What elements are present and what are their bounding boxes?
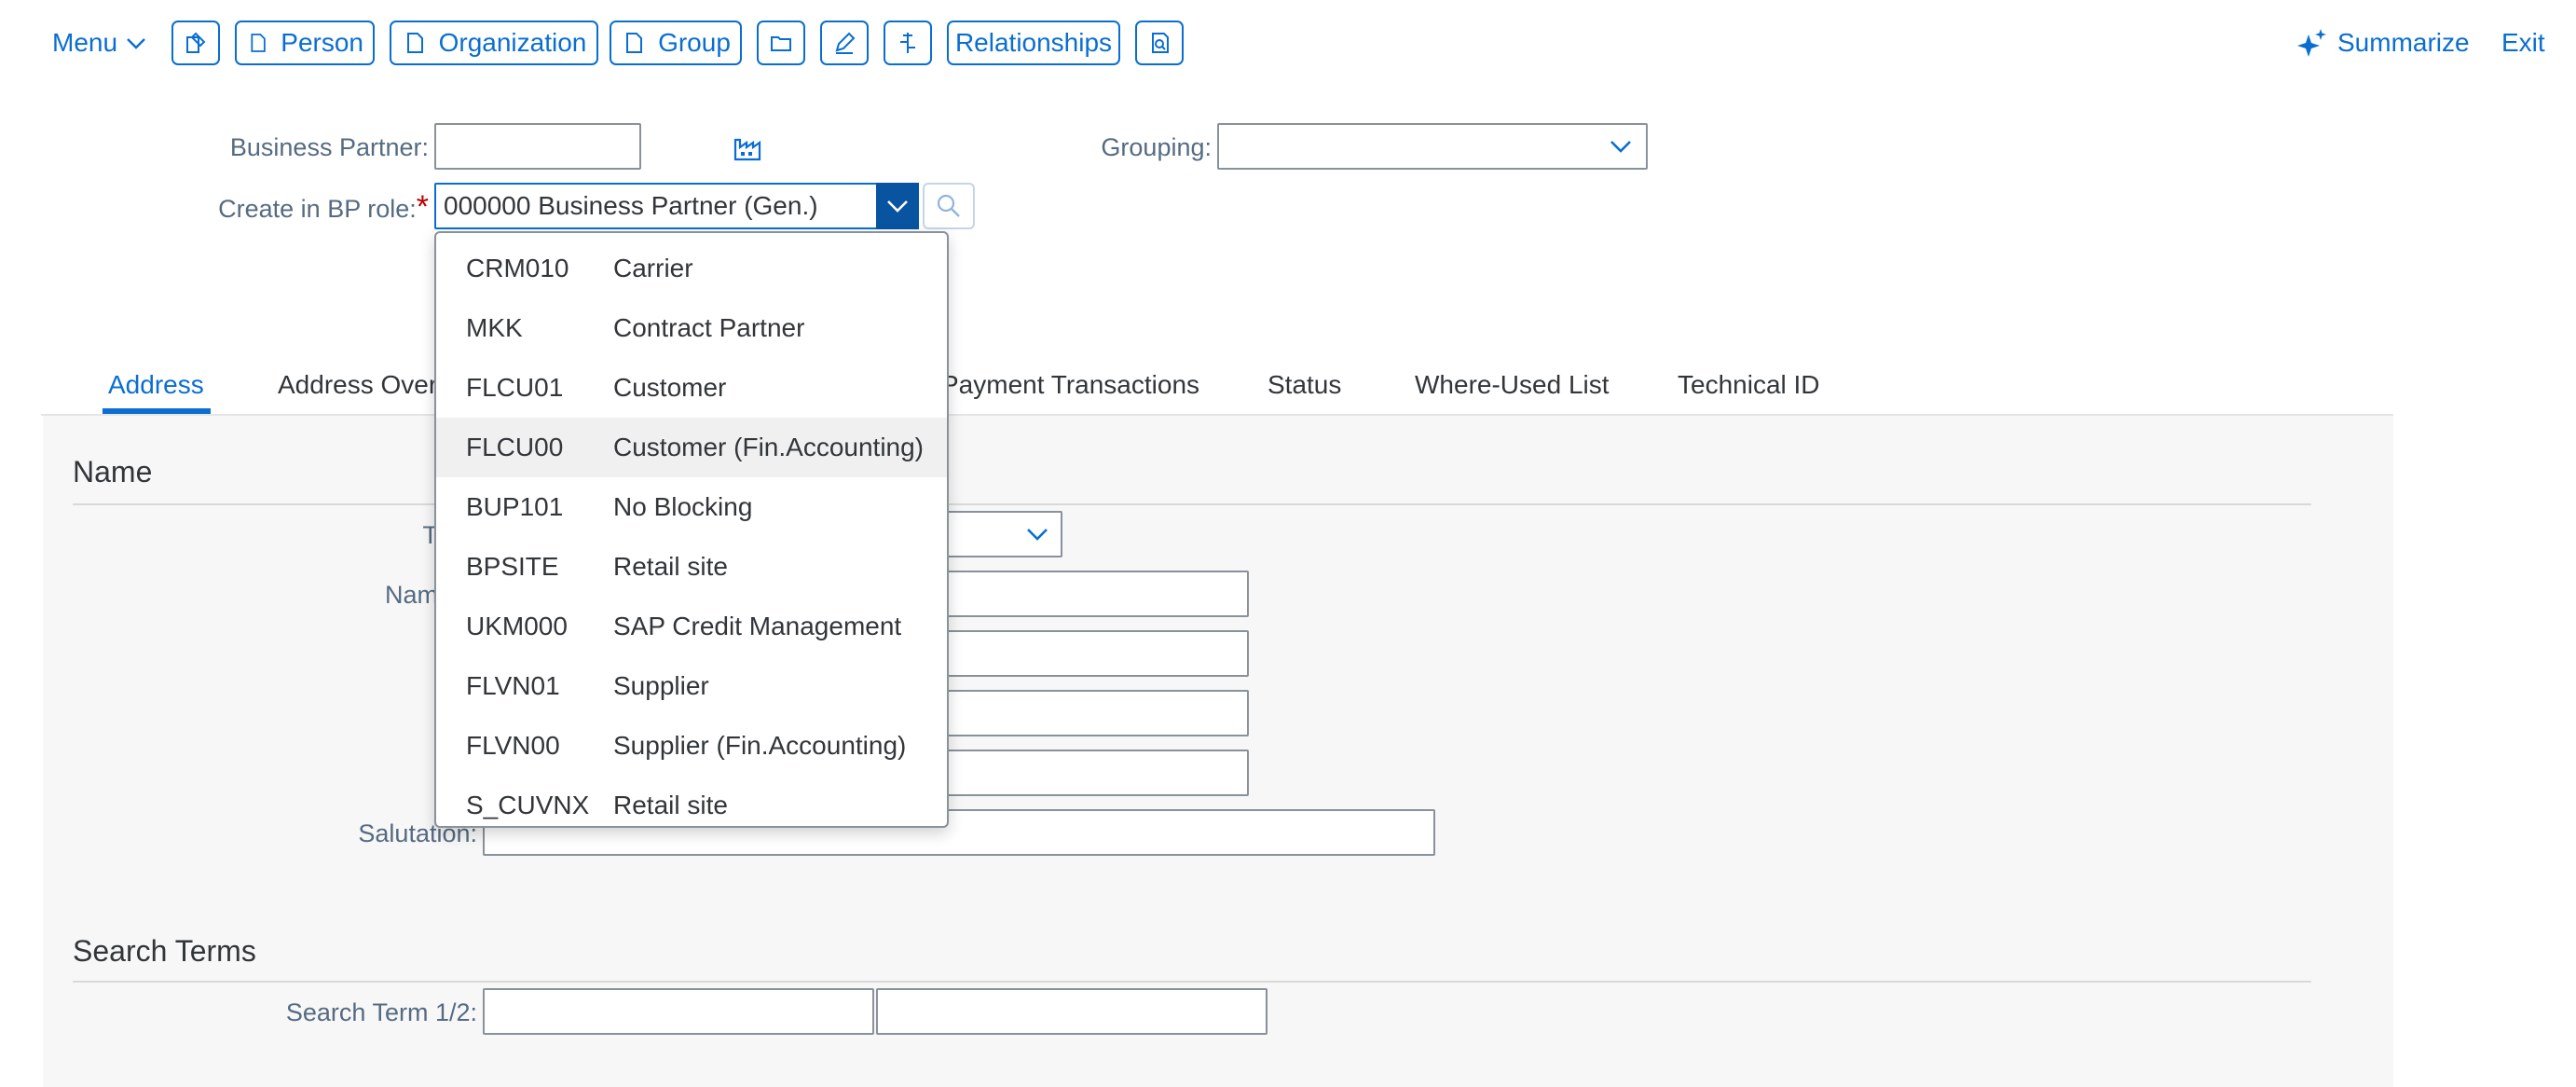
bp-role-dropdown-list: CRM010 Carrier MKK Contract Partner FLCU01… <box>434 231 949 828</box>
dropdown-option-flvn01[interactable]: FLVN01 Supplier <box>436 656 947 716</box>
person-button[interactable]: Person <box>235 21 375 65</box>
tab-technical-id[interactable]: Technical ID <box>1678 365 1820 405</box>
dropdown-option-flvn00[interactable]: FLVN00 Supplier (Fin.Accounting) <box>436 716 947 776</box>
dropdown-option-crm010[interactable]: CRM010 Carrier <box>436 239 947 298</box>
grouping-select[interactable] <box>1217 123 1648 170</box>
dropdown-option-mkk[interactable]: MKK Contract Partner <box>436 298 947 358</box>
document-icon <box>406 33 423 53</box>
pen-icon <box>835 32 856 54</box>
bp-role-search-button[interactable] <box>923 183 975 229</box>
chevron-down-icon[interactable] <box>1609 136 1633 157</box>
sparkle-icon <box>2297 29 2326 57</box>
dropdown-option-s-cuvnx[interactable]: S_CUVNX Retail site <box>436 776 947 835</box>
dropdown-option-bpsite[interactable]: BPSITE Retail site <box>436 537 947 597</box>
name-section-divider <box>73 503 2311 505</box>
switch-button[interactable] <box>884 21 932 65</box>
business-partner-label: Business Partner: <box>229 133 429 161</box>
document-icon <box>626 33 643 53</box>
edit-button[interactable] <box>820 21 869 65</box>
dropdown-option-flcu01[interactable]: FLCU01 Customer <box>436 358 947 418</box>
bp-role-label: Create in BP role:* <box>218 189 429 225</box>
print-preview-button[interactable] <box>1135 21 1184 65</box>
chevron-down-icon[interactable] <box>1025 524 1049 544</box>
magnifier-icon <box>937 194 960 217</box>
relationships-button[interactable]: Relationships <box>947 21 1120 65</box>
group-button[interactable]: Group <box>610 21 742 65</box>
summarize-label: Summarize <box>2337 28 2470 57</box>
tab-status[interactable]: Status <box>1267 365 1341 405</box>
tab-payment-transactions[interactable]: Payment Transactions <box>941 365 1199 405</box>
name-field-2[interactable] <box>932 630 1249 677</box>
name-field-4[interactable] <box>932 750 1249 796</box>
search-term-label: Search Term 1/2: <box>285 998 477 1026</box>
group-label: Group <box>658 28 731 57</box>
display-change-button[interactable] <box>171 21 220 65</box>
factory-icon[interactable] <box>733 134 764 162</box>
search-terms-divider <box>73 981 2311 983</box>
display-change-icon <box>186 32 206 53</box>
grouping-label: Grouping: <box>1101 133 1212 161</box>
menu-label: Menu <box>52 28 118 57</box>
tab-where-used-list[interactable]: Where-Used List <box>1415 365 1610 405</box>
open-folder-button[interactable] <box>757 21 805 65</box>
dropdown-option-bup101[interactable]: BUP101 No Blocking <box>436 477 947 537</box>
dropdown-option-ukm000[interactable]: UKM000 SAP Credit Management <box>436 597 947 656</box>
folder-icon <box>771 36 791 51</box>
business-partner-input[interactable] <box>434 123 641 170</box>
tab-address-overview[interactable]: Address Over <box>278 365 437 405</box>
switch-icon <box>900 33 915 53</box>
dropdown-option-flcu00[interactable]: FLCU00 Customer (Fin.Accounting) <box>436 418 947 477</box>
name-field-3[interactable] <box>932 690 1249 736</box>
exit-button[interactable]: Exit <box>2501 21 2545 65</box>
search-term-2-input[interactable] <box>876 988 1267 1035</box>
title-label: T <box>422 521 439 549</box>
name-label: Nam <box>384 581 438 609</box>
bp-role-combobox[interactable]: 000000 Business Partner (Gen.) <box>434 183 919 229</box>
tab-address[interactable]: Address <box>108 365 204 405</box>
search-term-1-input[interactable] <box>483 988 874 1035</box>
person-label: Person <box>281 28 363 57</box>
bp-role-dropdown-toggle[interactable] <box>876 183 919 229</box>
name-field-1[interactable] <box>932 571 1249 617</box>
organization-label: Organization <box>438 28 587 57</box>
bp-role-value: 000000 Business Partner (Gen.) <box>444 191 818 220</box>
relationships-label: Relationships <box>954 28 1113 57</box>
organization-button[interactable]: Organization <box>390 21 598 65</box>
document-icon <box>251 34 266 52</box>
summarize-button[interactable]: Summarize <box>2296 21 2470 65</box>
search-terms-section-title: Search Terms <box>73 934 256 968</box>
document-search-icon <box>1152 33 1169 53</box>
menu-button[interactable]: Menu <box>52 21 147 65</box>
required-asterisk: * <box>416 189 429 225</box>
chevron-down-icon <box>887 200 908 213</box>
name-section-title: Name <box>73 455 153 488</box>
chevron-down-icon <box>127 38 145 49</box>
